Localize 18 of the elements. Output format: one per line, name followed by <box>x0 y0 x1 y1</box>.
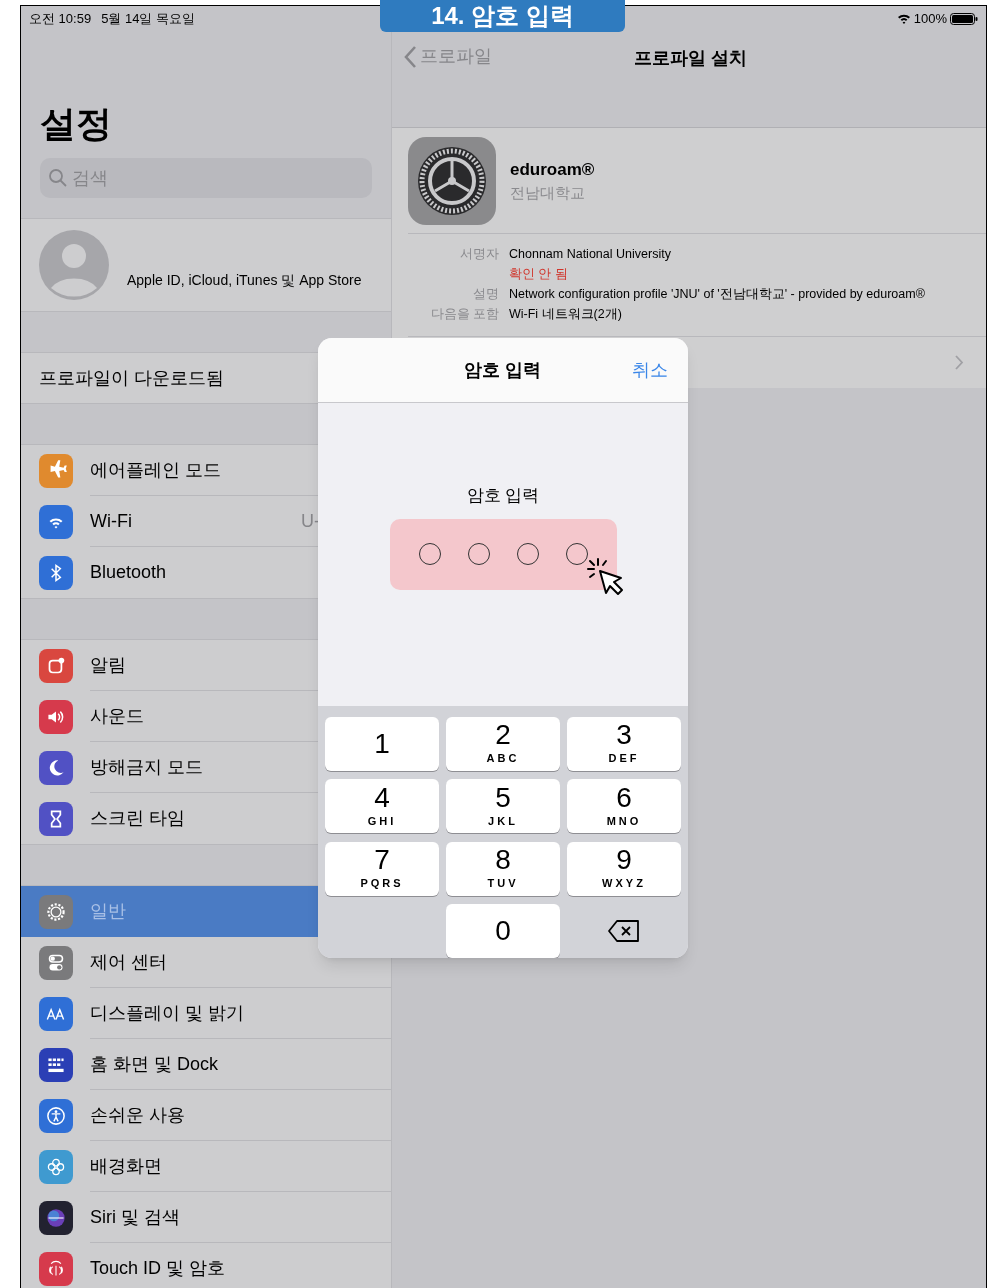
verification-status: 확인 안 됨 <box>509 266 569 282</box>
profile-name: eduroam® <box>510 158 595 181</box>
nav-title: 프로파일 설치 <box>634 47 747 70</box>
battery-level: 100% <box>913 9 947 28</box>
dialog-title: 암호 입력 <box>464 358 542 382</box>
field-value: Wi-Fi 네트워크(2개) <box>509 306 622 322</box>
profile-organization: 전남대학교 <box>510 183 586 203</box>
passcode-prompt: 암호 입력 <box>466 485 540 507</box>
field-value: Chonnam National University <box>509 246 671 262</box>
item-value: U- <box>301 510 320 533</box>
sidebar-title: 설정 <box>40 104 113 144</box>
field-label: 설명 <box>472 286 499 302</box>
status-time: 오전 10:59 <box>29 9 92 28</box>
status-date: 5월 14일 목요일 <box>101 9 196 28</box>
field-label: 다음을 포함 <box>429 306 499 322</box>
field-value: Network configuration profile 'JNU' of '전남대학교' - provided by eduroam® <box>509 286 925 302</box>
field-label: 서명자 <box>459 246 499 263</box>
step-caption: 14. 암호 입력 <box>380 0 625 32</box>
